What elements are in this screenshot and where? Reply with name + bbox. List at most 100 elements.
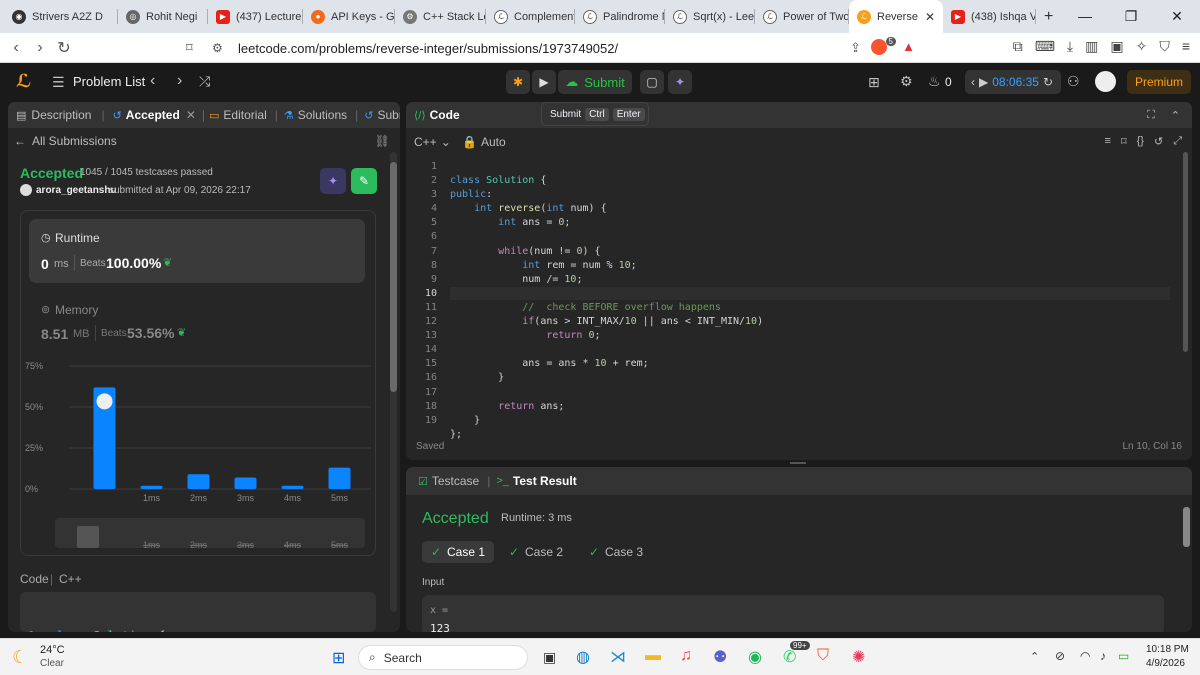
brave-rewards-icon[interactable]: ▲ <box>902 39 915 54</box>
run-button[interactable]: ▶ <box>532 70 556 94</box>
extensions-icon[interactable]: ⧉ <box>1013 38 1023 55</box>
username[interactable]: arora_geetanshu <box>36 185 117 196</box>
prev-problem-icon[interactable]: ‹ <box>150 72 155 90</box>
ai-assist-icon[interactable]: ✦ <box>668 70 692 94</box>
chart-bar[interactable] <box>140 485 163 489</box>
close-tab-icon[interactable]: ✕ <box>925 10 935 24</box>
expand-icon[interactable]: ⛶ <box>1147 109 1155 122</box>
close-window-icon[interactable]: ✕ <box>1154 0 1200 33</box>
braces-icon[interactable]: {} <box>1137 135 1144 148</box>
premium-button[interactable]: Premium <box>1127 70 1191 94</box>
teams-icon[interactable]: ⚉ <box>713 647 727 667</box>
case-2-tab[interactable]: ✓ Case 2 <box>506 541 566 563</box>
taskbar-search[interactable]: ⌕ Search <box>358 645 528 670</box>
tab-submissions[interactable]: Submis <box>377 108 400 122</box>
edit-icon[interactable]: ✎ <box>351 168 377 194</box>
browser-tab[interactable]: ⚙ C++ Stack Lo <box>395 0 486 33</box>
scrollbar[interactable] <box>390 152 397 612</box>
debug-icon[interactable]: ✱ <box>506 70 530 94</box>
resize-handle[interactable] <box>790 462 806 464</box>
menu-icon[interactable]: ≡ <box>1182 38 1190 55</box>
shuffle-icon[interactable]: ⤮ <box>199 73 210 90</box>
browser-tab-active[interactable]: ℒ Reverse ✕ <box>849 0 943 33</box>
translate-icon[interactable]: ⌨ <box>1035 38 1055 55</box>
wifi-icon[interactable]: ◠ <box>1080 649 1090 663</box>
wifi-off-icon[interactable]: ⊘ <box>1055 649 1065 663</box>
volume-icon[interactable]: ♪ <box>1100 649 1106 663</box>
bookmark-icon[interactable]: ⌑ <box>186 40 193 56</box>
submit-button[interactable]: ☁ Submit <box>558 70 632 94</box>
download-icon[interactable]: ⤓ <box>1067 38 1073 55</box>
analyze-ai-icon[interactable]: ✦ <box>320 168 346 194</box>
layout-icon[interactable]: ⊞ <box>868 74 880 91</box>
chart-bar[interactable] <box>234 477 257 489</box>
language-select[interactable]: C++ ⌄ <box>414 135 451 149</box>
browser-tab[interactable]: ℒ Palindrome N <box>575 0 665 33</box>
forward-icon[interactable]: › <box>28 39 52 57</box>
slider-handle[interactable] <box>77 526 99 548</box>
browser-tab[interactable]: ● API Keys - Gr <box>303 0 395 33</box>
browser-tab[interactable]: ◎ Rohit Negi <box>118 0 208 33</box>
collapse-icon[interactable]: ⌃ <box>1171 109 1180 122</box>
timer-left-icon[interactable]: ‹ <box>971 75 975 89</box>
vpn-icon[interactable]: ⛉ <box>1159 38 1170 55</box>
url-field[interactable]: ⚙ leetcode.com/problems/reverse-integer/… <box>198 37 923 60</box>
bookmark-icon[interactable]: ⌑ <box>1121 135 1127 148</box>
edge-icon[interactable]: ◍ <box>576 647 590 667</box>
task-view-icon[interactable]: ▣ <box>543 649 556 666</box>
tab-solutions[interactable]: Solutions <box>298 108 347 122</box>
browser-tab[interactable]: ℒ Complement <box>486 0 575 33</box>
tab-test-result[interactable]: Test Result <box>513 474 577 488</box>
runtime-card[interactable]: ◷ Runtime 0 ms Beats 100.00% ❦ <box>29 219 365 283</box>
close-tab-icon[interactable]: ✕ <box>186 108 196 122</box>
back-icon[interactable]: ‹ <box>4 39 28 57</box>
vscode-icon[interactable]: ⋊ <box>610 647 626 667</box>
editor-scrollbar[interactable] <box>1183 152 1190 432</box>
file-explorer-icon[interactable]: ▬ <box>645 647 661 665</box>
tab-accepted[interactable]: Accepted <box>126 108 180 122</box>
share-icon[interactable]: ⇪ <box>850 40 861 56</box>
settings-icon[interactable]: ⚙ <box>900 73 913 90</box>
sidebar-icon[interactable]: ▥ <box>1085 38 1098 55</box>
all-submissions-link[interactable]: ← All Submissions <box>14 134 117 148</box>
tab-editorial[interactable]: Editorial <box>223 108 266 122</box>
whatsapp-icon[interactable]: ✆ <box>783 647 796 667</box>
site-info-icon[interactable]: ⚙ <box>212 41 223 55</box>
restore-icon[interactable]: ❐ <box>1108 0 1154 33</box>
browser-tab[interactable]: ▶ (437) Lecture <box>208 0 303 33</box>
chart-bar[interactable] <box>328 467 351 489</box>
case-1-tab[interactable]: ✓ Case 1 <box>422 541 494 563</box>
tab-testcase[interactable]: Testcase <box>432 474 479 488</box>
brave-icon[interactable]: ⛉ <box>817 647 829 665</box>
tab-description[interactable]: Description <box>31 108 91 122</box>
browser-tab[interactable]: ▶ (438) Ishqa V <box>943 0 1036 33</box>
spotify-icon[interactable]: ◉ <box>748 647 762 667</box>
app-icon[interactable]: ✺ <box>852 647 865 667</box>
browser-tab[interactable]: ℒ Power of Two <box>755 0 849 33</box>
minimize-icon[interactable]: — <box>1062 0 1108 33</box>
case-3-tab[interactable]: ✓ Case 3 <box>586 541 646 563</box>
windows-start-icon[interactable]: ⊞ <box>332 648 345 668</box>
add-friend-icon[interactable]: ⚇ <box>1067 73 1080 90</box>
code-content[interactable]: class Solution {public: int reverse(int … <box>450 160 763 460</box>
browser-tab[interactable]: ◉ Strivers A2Z D <box>4 0 118 33</box>
music-icon[interactable]: ♫ <box>680 647 692 665</box>
range-slider[interactable] <box>55 518 365 548</box>
link-icon[interactable]: ⛓ <box>375 134 390 148</box>
wallet-icon[interactable]: ▣ <box>1110 38 1123 55</box>
avatar[interactable] <box>1095 71 1116 92</box>
timer-widget[interactable]: ‹ ▶ 08:06:35 ↻ <box>965 70 1061 94</box>
problem-list-link[interactable]: Problem List <box>73 74 145 89</box>
leetcode-logo-icon[interactable]: ℒ <box>16 71 31 92</box>
chart-bar[interactable] <box>281 485 304 489</box>
timer-play-icon[interactable]: ▶ <box>979 75 988 89</box>
format-icon[interactable]: ≡ <box>1105 135 1111 148</box>
auto-mode[interactable]: 🔒 Auto <box>462 135 506 149</box>
notes-icon[interactable]: ▢ <box>640 70 664 94</box>
reload-icon[interactable]: ↻ <box>52 38 76 58</box>
battery-icon[interactable]: ▭ <box>1118 649 1129 663</box>
timer-reset-icon[interactable]: ↻ <box>1043 75 1053 89</box>
next-problem-icon[interactable]: › <box>177 72 182 90</box>
result-scrollbar[interactable] <box>1183 507 1190 547</box>
reset-icon[interactable]: ↺ <box>1154 135 1163 148</box>
